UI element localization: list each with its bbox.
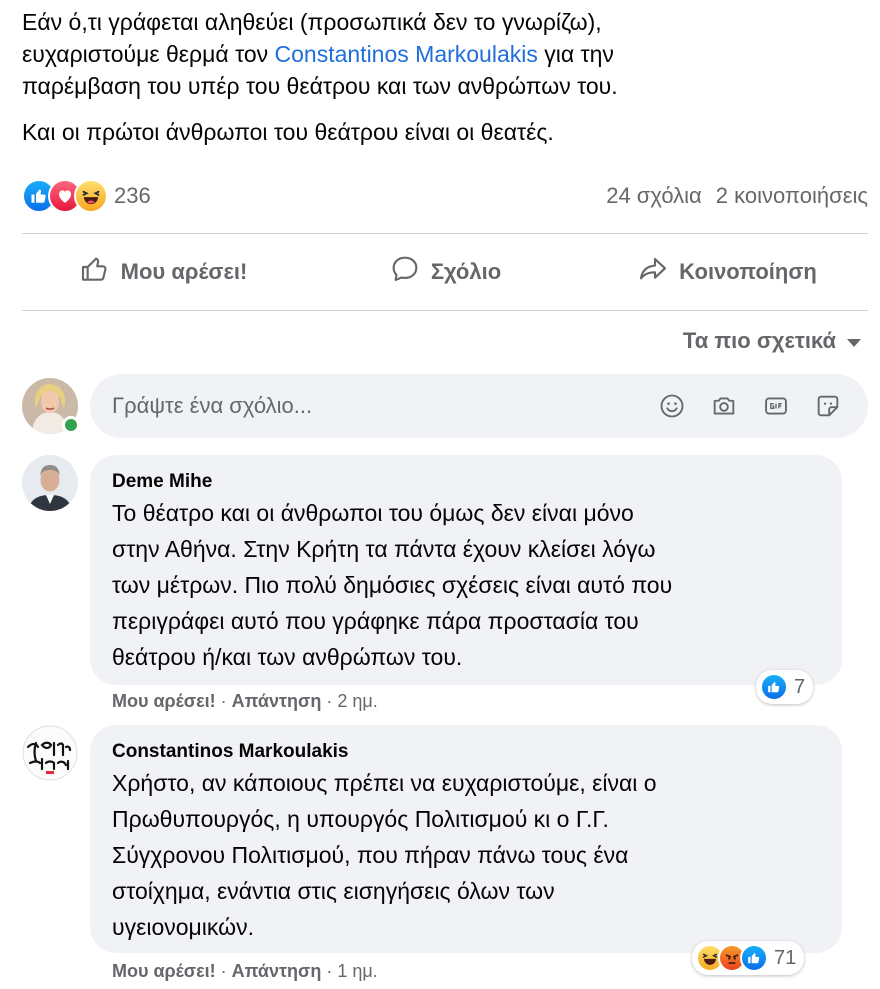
comment-line: Το θέατρο και οι άνθρωποι του όμως δεν ε… bbox=[112, 500, 634, 526]
post-action-bar: Μου αρέσει! Σχόλιο Κοινοποίηση bbox=[22, 244, 868, 300]
reaction-icons bbox=[22, 179, 108, 213]
speech-bubble-icon bbox=[389, 253, 421, 291]
comment-line: στην Αθήνα. Στην Κρήτη τα πάντα έχουν κλ… bbox=[112, 536, 656, 562]
comment-timestamp[interactable]: 2 ημ. bbox=[337, 691, 377, 711]
composer-tools bbox=[656, 390, 844, 422]
comment-text: Το θέατρο και οι άνθρωποι του όμως δεν ε… bbox=[112, 495, 822, 675]
comment-like-link[interactable]: Μου αρέσει! bbox=[112, 691, 216, 711]
comment-reply-link[interactable]: Απάντηση bbox=[232, 961, 322, 981]
comment-reactions-badge[interactable]: 7 bbox=[756, 670, 814, 704]
comment: Constantinos Markoulakis Χρήστο, αν κάπο… bbox=[22, 725, 868, 985]
comment: Deme Mihe Το θέατρο και οι άνθρωποι του … bbox=[22, 455, 868, 720]
thumbs-up-icon bbox=[79, 253, 111, 291]
comment-line: στοίχημα, ενάντια στις εισηγήσεις όλων τ… bbox=[112, 878, 555, 904]
comment-actions: Μου αρέσει! · Απάντηση · 2 ημ. bbox=[112, 691, 378, 712]
comment-actions: Μου αρέσει! · Απάντηση · 1 ημ. bbox=[112, 961, 378, 982]
like-button-label: Μου αρέσει! bbox=[120, 259, 248, 284]
separator: · bbox=[215, 961, 232, 981]
comment-reactions-badge[interactable]: 71 bbox=[692, 941, 805, 975]
comment-input[interactable]: Γράψτε ένα σχόλιο... bbox=[90, 374, 868, 438]
comment-timestamp[interactable]: 1 ημ. bbox=[337, 961, 377, 981]
separator: · bbox=[321, 961, 338, 981]
comment-line: Σύγχρονου Πολιτισμού, που πήραν πάνω του… bbox=[112, 842, 629, 868]
comment-bubble: Constantinos Markoulakis Χρήστο, αν κάπο… bbox=[90, 725, 842, 953]
emoji-icon[interactable] bbox=[656, 390, 688, 422]
divider bbox=[22, 233, 868, 234]
reaction-summary[interactable]: 236 bbox=[22, 179, 151, 213]
share-arrow-icon bbox=[637, 253, 669, 291]
comment-button-label: Σχόλιο bbox=[430, 259, 502, 284]
comment-line: υγειονομικών. bbox=[112, 914, 254, 940]
comment-line: Πρωθυπουργός, η υπουργός Πολιτισμού κι ο… bbox=[112, 806, 609, 832]
separator: · bbox=[321, 691, 338, 711]
online-status-indicator bbox=[62, 416, 80, 434]
comment-line: Χρήστο, αν κάποιους πρέπει να ευχαριστού… bbox=[112, 770, 657, 796]
comment-input-placeholder: Γράψτε ένα σχόλιο... bbox=[112, 393, 313, 418]
comment-reaction-count: 71 bbox=[774, 946, 797, 969]
post-line-2-suffix: για την bbox=[537, 41, 614, 67]
divider bbox=[22, 310, 868, 311]
comment-composer: Γράψτε ένα σχόλιο... bbox=[22, 374, 868, 438]
shares-count[interactable]: 2 κοινοποιήσεις bbox=[716, 183, 868, 209]
comment-reply-link[interactable]: Απάντηση bbox=[232, 691, 322, 711]
reaction-count[interactable]: 236 bbox=[114, 183, 151, 209]
post-stats: 236 24 σχόλια 2 κοινοποιήσεις bbox=[22, 178, 868, 214]
comment-bubble: Deme Mihe Το θέατρο και οι άνθρωποι του … bbox=[90, 455, 842, 685]
like-button[interactable]: Μου αρέσει! bbox=[22, 244, 304, 300]
like-icon bbox=[760, 673, 788, 701]
caret-down-icon bbox=[846, 328, 862, 354]
mention-link[interactable]: Constantinos Markoulakis bbox=[275, 41, 538, 67]
comment-text: Χρήστο, αν κάποιους πρέπει να ευχαριστού… bbox=[112, 765, 822, 945]
post-line-1: Εάν ό,τι γράφεται αληθεύει (προσωπικά δε… bbox=[22, 9, 602, 35]
comment-line: των μέτρων. Πιο πολύ δημόσιες σχέσεις εί… bbox=[112, 572, 673, 598]
engagement-counts: 24 σχόλια 2 κοινοποιήσεις bbox=[606, 183, 868, 209]
sort-label: Τα πιο σχετικά bbox=[682, 328, 836, 353]
commenter-avatar[interactable] bbox=[22, 725, 78, 781]
post-line-2-prefix: ευχαριστούμε θερμά τον bbox=[22, 41, 275, 67]
sticker-icon[interactable] bbox=[812, 390, 844, 422]
comment-reaction-count: 7 bbox=[794, 675, 806, 698]
comment-sort-dropdown[interactable]: Τα πιο σχετικά bbox=[683, 328, 862, 354]
post-paragraph-2: Και οι πρώτοι άνθρωποι του θεάτρου είναι… bbox=[22, 119, 554, 145]
post-paragraph-1: Εάν ό,τι γράφεται αληθεύει (προσωπικά δε… bbox=[22, 6, 872, 102]
comment-author[interactable]: Deme Mihe bbox=[112, 469, 822, 495]
commenter-avatar[interactable] bbox=[22, 455, 78, 511]
haha-icon bbox=[74, 179, 108, 213]
like-icon bbox=[740, 944, 768, 972]
post-text: Εάν ό,τι γράφεται αληθεύει (προσωπικά δε… bbox=[22, 6, 872, 148]
comment-like-link[interactable]: Μου αρέσει! bbox=[112, 961, 216, 981]
share-button[interactable]: Κοινοποίηση bbox=[586, 244, 868, 300]
comment-button[interactable]: Σχόλιο bbox=[304, 244, 586, 300]
comments-count[interactable]: 24 σχόλια bbox=[606, 183, 702, 209]
share-button-label: Κοινοποίηση bbox=[679, 259, 817, 284]
comment-line: περιγράφει αυτό που γράφηκε πάρα προστασ… bbox=[112, 608, 639, 634]
comment-author[interactable]: Constantinos Markoulakis bbox=[112, 739, 822, 765]
camera-icon[interactable] bbox=[708, 390, 740, 422]
post-line-3: παρέμβαση του υπέρ του θεάτρου και των α… bbox=[22, 73, 618, 99]
gif-icon[interactable] bbox=[760, 390, 792, 422]
separator: · bbox=[215, 691, 232, 711]
comment-line: θεάτρου ή/και των ανθρώπων του. bbox=[112, 644, 463, 670]
